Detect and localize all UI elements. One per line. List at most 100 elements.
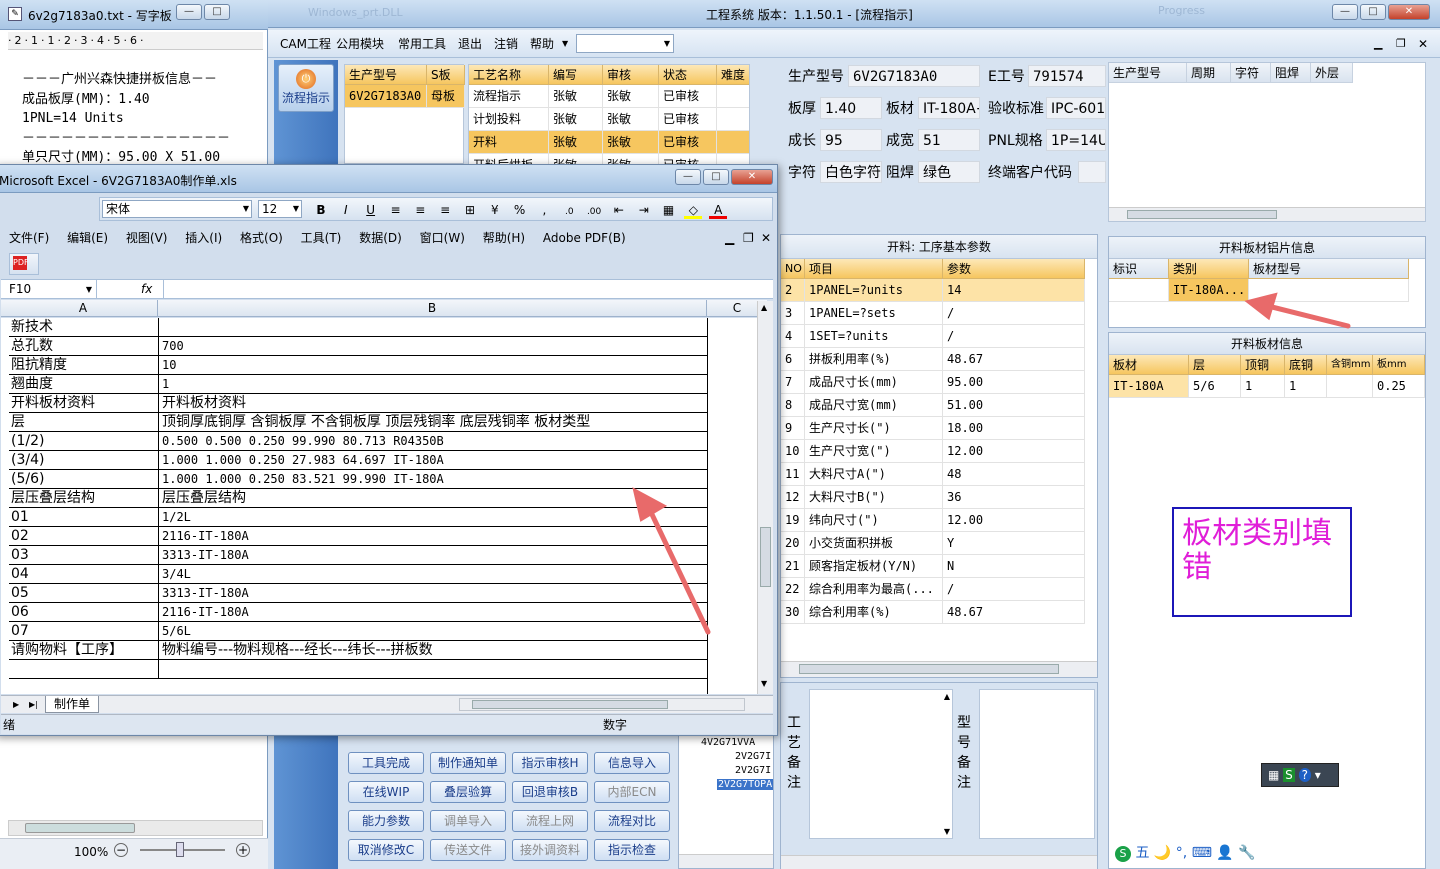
action-button[interactable]: 流程上网 — [512, 810, 588, 832]
sheet-row[interactable]: 开料板材资料 开料板材资料 — [9, 394, 707, 413]
action-button[interactable]: 指示检查 — [594, 839, 670, 861]
menu-help[interactable]: 帮助 — [530, 30, 554, 58]
maximize-button[interactable]: □ — [1360, 4, 1386, 20]
close-button[interactable]: ✕ — [1388, 4, 1430, 20]
header-mark[interactable]: 标识 — [1109, 259, 1169, 279]
cell-b[interactable] — [158, 660, 707, 679]
action-button[interactable]: 能力参数 — [348, 810, 424, 832]
param-no[interactable]: 2 — [781, 279, 805, 302]
param-item[interactable]: 小交货面积拼板 — [805, 532, 943, 555]
table-cell[interactable]: 1 — [1241, 375, 1285, 398]
table-cell[interactable] — [1109, 279, 1169, 302]
param-value[interactable]: 12.00 — [943, 440, 1085, 463]
table-cell[interactable]: 已审核 — [659, 131, 717, 154]
standard-field[interactable]: IPC-6018 — [1046, 97, 1106, 119]
header-layer[interactable]: 层 — [1189, 355, 1241, 375]
material-field[interactable]: IT-180A+ — [918, 97, 980, 119]
cell-b[interactable]: 1/2L — [158, 508, 707, 527]
mdi-close-icon[interactable]: ✕ — [1418, 30, 1428, 58]
header-sheet-type[interactable]: 板材型号 — [1249, 259, 1409, 279]
param-value[interactable]: Y — [943, 532, 1085, 555]
thickness-field[interactable]: 1.40 — [820, 97, 882, 119]
width-field[interactable]: 51 — [918, 129, 980, 151]
right-top-table[interactable]: 生产型号 周期 字符 阻焊 外层 — [1108, 62, 1426, 222]
cell-a[interactable]: (1/2) — [9, 432, 158, 451]
font-select[interactable]: 宋体 ▼ — [102, 200, 252, 218]
border-icon[interactable]: ▦ — [660, 201, 678, 219]
table-cell[interactable]: 计划投料 — [469, 108, 549, 131]
length-field[interactable]: 95 — [820, 129, 882, 151]
param-item[interactable]: 综合利用率(%) — [805, 601, 943, 624]
zoom-in-icon[interactable]: + — [236, 843, 250, 857]
header-material[interactable]: 板材 — [1109, 355, 1189, 375]
user-icon[interactable]: 👤 — [1216, 845, 1233, 861]
table-cell[interactable]: 1 — [1285, 375, 1327, 398]
sheet-row[interactable]: (5/6) 1.000 1.000 0.250 83.521 99.990 IT-… — [9, 470, 707, 489]
action-button[interactable]: 回退审核B — [512, 781, 588, 803]
name-box[interactable]: F10 ▼ — [1, 280, 97, 299]
cell-a[interactable]: 层 — [9, 413, 158, 432]
cell-b[interactable]: 开料板材资料 — [158, 394, 707, 413]
merge-icon[interactable]: ⊞ — [461, 201, 479, 219]
menu-logout[interactable]: 注销 — [494, 30, 518, 58]
tree-node[interactable]: 2V2G7I — [735, 765, 771, 776]
cell-a[interactable]: 04 — [9, 565, 158, 584]
table-cell[interactable]: 已审核 — [659, 85, 717, 108]
param-no[interactable]: 7 — [781, 371, 805, 394]
param-value[interactable]: 18.00 — [943, 417, 1085, 440]
model-table[interactable]: 生产型号 S板 6V2G7183A0 母板 — [344, 64, 465, 164]
menu-format[interactable]: 格式(O) — [240, 227, 283, 249]
scroll-thumb[interactable] — [760, 527, 771, 587]
minimize-button[interactable]: — — [176, 4, 202, 20]
param-no[interactable]: 11 — [781, 463, 805, 486]
action-button[interactable]: 流程对比 — [594, 810, 670, 832]
cell-a[interactable]: 总孔数 — [9, 337, 158, 356]
header-model[interactable]: 生产型号 — [1109, 63, 1187, 83]
header-category[interactable]: 类别 — [1169, 259, 1249, 279]
param-no[interactable]: 9 — [781, 417, 805, 440]
param-no[interactable]: 21 — [781, 555, 805, 578]
param-no[interactable]: 22 — [781, 578, 805, 601]
zoom-slider-thumb[interactable] — [176, 842, 184, 857]
param-item[interactable]: 综合利用率为最高(... — [805, 578, 943, 601]
increase-decimal-icon[interactable]: .0 — [560, 203, 578, 221]
sheet-row[interactable]: 层顶铜厚底铜厚 含铜板厚 不含铜板厚 顶层残铜率 底层残铜率 板材类型 — [9, 413, 707, 432]
table-cell[interactable] — [1327, 375, 1373, 398]
minimize-button[interactable]: — — [1332, 4, 1358, 20]
mdi-restore-icon[interactable]: ❐ — [1396, 30, 1406, 58]
param-no[interactable]: 8 — [781, 394, 805, 417]
menu-insert[interactable]: 插入(I) — [185, 227, 222, 249]
sheet-area[interactable]: 新技术 总孔数 700 阻抗精度 10 翘曲度 1 开料板材资料 开料板材资料层顶铜厚底铜厚 含… — [1, 318, 757, 694]
header-difficulty[interactable]: 难度 — [717, 65, 749, 85]
zoom-out-icon[interactable]: − — [114, 843, 128, 857]
scroll-down-icon[interactable]: ▼ — [761, 679, 767, 688]
cell-b[interactable]: 层压叠层结构 — [158, 489, 707, 508]
cell-b[interactable]: 10 — [158, 356, 707, 375]
cell-a[interactable]: 01 — [9, 508, 158, 527]
param-value[interactable]: 48 — [943, 463, 1085, 486]
param-no[interactable]: 19 — [781, 509, 805, 532]
bold-icon[interactable]: B — [312, 201, 330, 219]
cell-b[interactable]: 1.000 1.000 0.250 83.521 99.990 IT-180A — [158, 470, 707, 489]
sheet-row[interactable]: (3/4) 1.000 1.000 0.250 27.983 64.697 IT-… — [9, 451, 707, 470]
sheet-tab[interactable]: 制作单 — [45, 696, 100, 713]
indent-icon[interactable]: ⇥ — [635, 201, 653, 219]
menu-exit[interactable]: 退出 — [458, 30, 482, 58]
table-cell[interactable]: 张敏 — [603, 131, 659, 154]
menu-edit[interactable]: 编辑(E) — [67, 227, 108, 249]
menu-combo[interactable]: ▼ — [576, 34, 674, 53]
param-no[interactable]: 30 — [781, 601, 805, 624]
param-value[interactable]: / — [943, 302, 1085, 325]
header-char[interactable]: 字符 — [1231, 63, 1271, 83]
cell-b[interactable]: 2116-IT-180A — [158, 527, 707, 546]
sheet-vscroll[interactable]: ▲ ▼ — [757, 301, 773, 694]
table-cell[interactable]: 开料 — [469, 131, 549, 154]
close-button[interactable]: ✕ — [731, 169, 773, 185]
action-button[interactable]: 叠层验算 — [430, 781, 506, 803]
keyboard-icon[interactable]: ⌨ — [1192, 845, 1212, 861]
header-mask[interactable]: 阻焊 — [1271, 63, 1311, 83]
action-button[interactable]: 取消修改C — [348, 839, 424, 861]
tree-panel[interactable]: 4V2G71VVA 2V2G7I 2V2G7I 2V2G7TOPA — [678, 734, 774, 869]
param-value[interactable]: 51.00 — [943, 394, 1085, 417]
eno-field[interactable]: 791574 — [1028, 65, 1106, 87]
